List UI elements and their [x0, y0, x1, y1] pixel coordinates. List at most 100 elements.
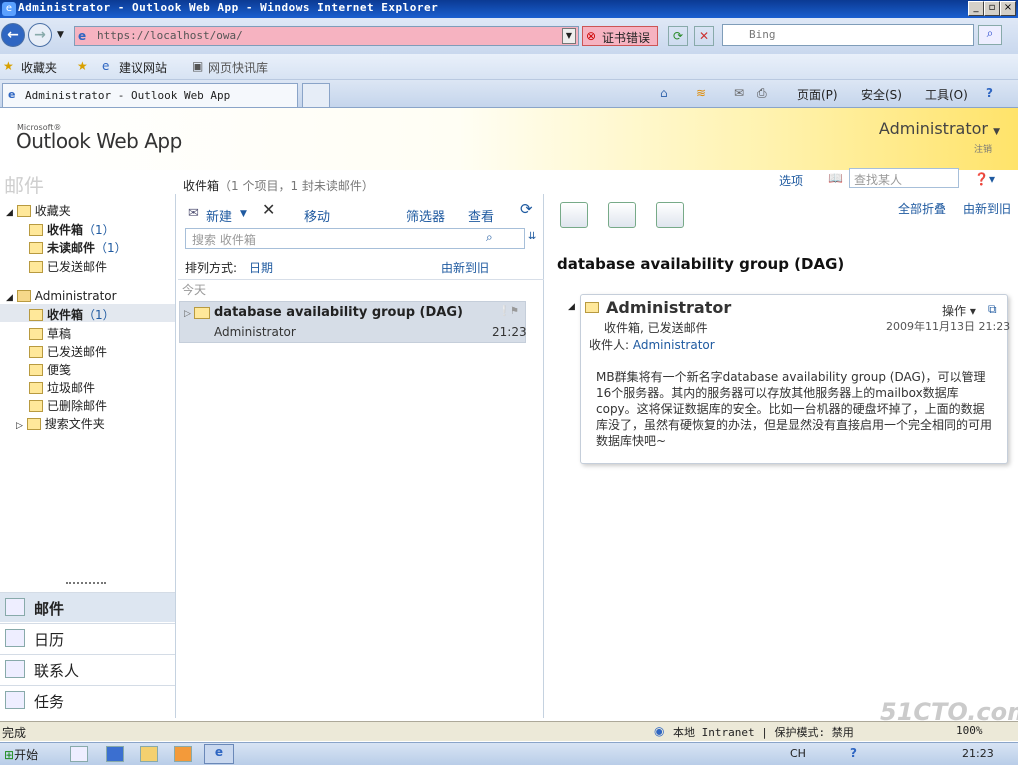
folder-deleted[interactable]: 已删除邮件: [29, 397, 107, 414]
calendar-icon: [5, 629, 25, 647]
delete-icon[interactable]: ✕: [262, 200, 275, 219]
group-header-today: 今天: [178, 279, 544, 297]
stop-icon[interactable]: ✕: [694, 26, 714, 46]
forward-button[interactable]: →: [28, 23, 52, 47]
view-button[interactable]: 查看: [468, 206, 494, 225]
language-indicator[interactable]: CH: [790, 747, 806, 760]
folder-inbox[interactable]: 收件箱（1）: [29, 306, 115, 323]
folder-drafts[interactable]: 草稿: [29, 325, 71, 342]
reply-all-icon[interactable]: [608, 202, 636, 228]
favorites-root[interactable]: ◢ 收藏夹: [6, 202, 71, 219]
reply-icon[interactable]: [560, 202, 588, 228]
sort-order-toggle[interactable]: 由新到旧: [441, 259, 489, 276]
powershell-icon[interactable]: [106, 746, 124, 762]
address-input[interactable]: e https://localhost/owa/ ▼: [74, 26, 579, 46]
maximize-button[interactable]: ▫: [984, 1, 1000, 16]
chevron-down-icon[interactable]: ▼: [240, 209, 247, 219]
ie-taskbar-button[interactable]: e: [204, 744, 234, 764]
sort-field-dropdown[interactable]: 日期: [249, 259, 273, 276]
help-icon[interactable]: ?: [986, 86, 993, 100]
favorites-sent[interactable]: 已发送邮件: [29, 258, 107, 275]
safety-menu[interactable]: 安全(S): [861, 86, 902, 103]
folder-header: 收件箱（1 个项目，1 封未读邮件）: [183, 177, 374, 194]
search-folder-icon: [29, 242, 43, 254]
module-contacts[interactable]: 联系人: [0, 654, 175, 684]
server-manager-icon[interactable]: [70, 746, 88, 762]
new-tab-button[interactable]: [302, 83, 330, 107]
actions-menu[interactable]: 操作 ▾: [942, 302, 976, 319]
search-folder-icon: [26, 418, 41, 430]
importance-icon[interactable]: ❕: [498, 306, 510, 317]
pane-resize-handle[interactable]: [66, 582, 106, 584]
user-menu[interactable]: Administrator ▼: [879, 119, 1000, 138]
app-icon[interactable]: [174, 746, 192, 762]
favorites-inbox[interactable]: 收件箱（1）: [29, 221, 115, 238]
clock: 21:23: [962, 747, 994, 760]
search-icon[interactable]: ⌕: [978, 25, 1002, 45]
page-icon: e: [78, 29, 87, 43]
expand-icon[interactable]: ▷: [16, 421, 23, 431]
certificate-error-button[interactable]: ⊗ 证书错误: [582, 26, 658, 46]
home-icon[interactable]: ⌂: [660, 86, 668, 100]
search-inbox-input[interactable]: 搜索 收件箱: [185, 228, 525, 249]
back-button[interactable]: ←: [1, 23, 25, 47]
folder-search[interactable]: ▷ 搜索文件夹: [16, 415, 105, 432]
mailbox-root[interactable]: ◢ Administrator: [6, 289, 117, 303]
address-dropdown-icon[interactable]: ▼: [562, 28, 576, 44]
folder-title: 收件箱: [183, 179, 220, 193]
sent-folder-icon: [29, 346, 43, 358]
favorites-unread[interactable]: 未读邮件（1）: [29, 239, 127, 256]
suggested-sites-link[interactable]: 建议网站: [119, 59, 167, 76]
module-calendar[interactable]: 日历: [0, 623, 175, 653]
collapse-icon[interactable]: ◢: [6, 208, 13, 218]
page-menu[interactable]: 页面(P): [797, 86, 838, 103]
flag-icon[interactable]: ⚑: [510, 306, 519, 317]
tab-owa[interactable]: e Administrator - Outlook Web App: [2, 83, 298, 107]
recipient-link[interactable]: Administrator: [633, 338, 715, 352]
feeds-icon[interactable]: ≋: [696, 86, 706, 100]
forward-icon[interactable]: [656, 202, 684, 228]
inbox-icon: [29, 224, 43, 236]
refresh-icon[interactable]: ⟳: [668, 26, 688, 46]
new-button[interactable]: 新建: [206, 206, 232, 225]
newest-first-link[interactable]: 由新到旧: [963, 200, 1011, 217]
card-sender[interactable]: Administrator: [606, 298, 731, 317]
address-book-icon[interactable]: 📖: [828, 171, 843, 185]
message-sender: Administrator: [214, 325, 296, 339]
popout-icon[interactable]: ⧉: [988, 302, 997, 317]
help-tray-icon[interactable]: ?: [850, 746, 857, 760]
minimize-button[interactable]: _: [968, 1, 984, 16]
bing-search-input[interactable]: Bing: [722, 24, 974, 46]
search-icon[interactable]: ⌕: [486, 230, 493, 245]
folder-counts: （1 个项目，1 封未读邮件）: [219, 179, 374, 193]
owa-help-icon[interactable]: ❓▾: [974, 172, 995, 186]
folder-sent[interactable]: 已发送邮件: [29, 343, 107, 360]
chevron-down-icon: ▼: [993, 127, 1000, 137]
find-someone-input[interactable]: 查找某人: [849, 168, 959, 188]
ie-tab-icon: e: [8, 88, 16, 101]
close-window-button[interactable]: ×: [1000, 1, 1016, 16]
refresh-list-icon[interactable]: ⟳: [520, 200, 533, 218]
folder-notes[interactable]: 便笺: [29, 361, 71, 378]
start-button[interactable]: ⊞开始: [2, 744, 46, 764]
explorer-icon[interactable]: [140, 746, 158, 762]
mail-icon[interactable]: ✉: [734, 86, 744, 100]
move-button[interactable]: 移动: [304, 206, 330, 225]
module-tasks[interactable]: 任务: [0, 685, 175, 715]
folder-junk[interactable]: 垃圾邮件: [29, 379, 95, 396]
web-slice-link[interactable]: 网页快讯库: [208, 59, 268, 76]
expand-conversation-icon[interactable]: ▷: [184, 309, 191, 319]
add-favorite-icon[interactable]: ★: [77, 59, 88, 73]
favorites-button[interactable]: 收藏夹: [21, 59, 57, 76]
history-dropdown-icon[interactable]: ▼: [57, 30, 64, 40]
collapse-message-icon[interactable]: ◢: [568, 302, 575, 312]
module-mail[interactable]: 邮件: [0, 592, 175, 622]
filter-button[interactable]: 筛选器: [406, 206, 445, 225]
collapse-all-link[interactable]: 全部折叠: [898, 200, 946, 217]
collapse-icon[interactable]: ◢: [6, 293, 13, 303]
signout-link[interactable]: 注销: [974, 142, 992, 155]
options-link[interactable]: 选项: [779, 172, 803, 189]
tools-menu[interactable]: 工具(O): [925, 86, 968, 103]
print-icon[interactable]: ⎙: [757, 86, 767, 101]
expand-search-icon[interactable]: ⇊: [528, 231, 536, 242]
